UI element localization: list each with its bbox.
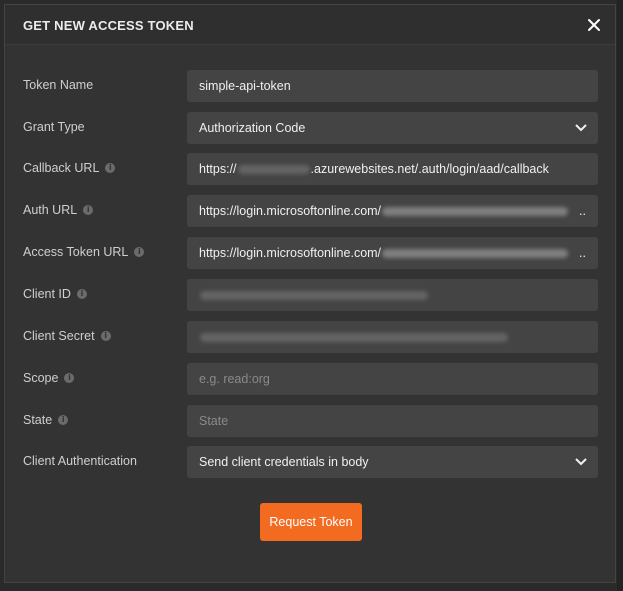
- chevron-down-icon: [575, 124, 587, 132]
- callback-url-label: Callback URL i: [23, 161, 116, 175]
- access-token-url-input[interactable]: https://login.microsoftonline.com/ ..: [187, 237, 598, 269]
- client-authentication-select[interactable]: Send client credentials in body: [187, 446, 598, 478]
- request-token-button[interactable]: Request Token: [260, 503, 362, 541]
- client-id-label: Client ID i: [23, 287, 87, 301]
- row-grant-type: Grant Type Authorization Code: [5, 112, 615, 144]
- access-token-url-label: Access Token URL i: [23, 245, 145, 259]
- redacted-text: [382, 206, 569, 216]
- row-token-name: Token Name simple-api-token: [5, 70, 615, 102]
- close-button[interactable]: [583, 14, 605, 36]
- token-name-label: Token Name: [23, 78, 94, 92]
- redacted-text: [382, 248, 569, 258]
- client-secret-label: Client Secret i: [23, 329, 111, 343]
- info-icon[interactable]: i: [76, 289, 87, 299]
- scope-input[interactable]: e.g. read:org: [187, 363, 598, 395]
- info-icon[interactable]: i: [100, 331, 111, 341]
- get-access-token-dialog: GET NEW ACCESS TOKEN Token Name simple-a…: [4, 4, 616, 583]
- auth-url-label: Auth URL i: [23, 203, 94, 217]
- backdrop: [617, 0, 623, 591]
- state-label: State i: [23, 413, 69, 427]
- row-client-authentication: Client Authentication Send client creden…: [5, 446, 615, 478]
- callback-url-input[interactable]: https:// .azurewebsites.net/.auth/login/…: [187, 153, 598, 185]
- info-icon[interactable]: i: [83, 205, 94, 215]
- token-name-input[interactable]: simple-api-token: [187, 70, 598, 102]
- row-scope: Scope i e.g. read:org: [5, 363, 615, 395]
- grant-type-label: Grant Type: [23, 120, 85, 134]
- close-icon: [588, 19, 600, 31]
- client-secret-input[interactable]: [187, 321, 598, 353]
- row-auth-url: Auth URL i https://login.microsoftonline…: [5, 195, 615, 227]
- info-icon[interactable]: i: [134, 247, 145, 257]
- info-icon[interactable]: i: [64, 373, 75, 383]
- state-input[interactable]: State: [187, 405, 598, 437]
- redacted-text: [200, 290, 428, 300]
- row-access-token-url: Access Token URL i https://login.microso…: [5, 237, 615, 269]
- info-icon[interactable]: i: [105, 163, 116, 173]
- grant-type-select[interactable]: Authorization Code: [187, 112, 598, 144]
- dialog-title: GET NEW ACCESS TOKEN: [23, 18, 194, 33]
- redacted-text: [200, 332, 508, 342]
- row-callback-url: Callback URL i https:// .azurewebsites.n…: [5, 153, 615, 185]
- scope-label: Scope i: [23, 371, 75, 385]
- chevron-down-icon: [575, 458, 587, 466]
- dialog-header: GET NEW ACCESS TOKEN: [5, 5, 615, 45]
- info-icon[interactable]: i: [58, 415, 69, 425]
- client-id-input[interactable]: [187, 279, 598, 311]
- auth-url-input[interactable]: https://login.microsoftonline.com/ ..: [187, 195, 598, 227]
- redacted-text: [237, 164, 310, 174]
- row-client-id: Client ID i: [5, 279, 615, 311]
- row-state: State i State: [5, 405, 615, 437]
- client-authentication-label: Client Authentication: [23, 454, 137, 468]
- row-client-secret: Client Secret i: [5, 321, 615, 353]
